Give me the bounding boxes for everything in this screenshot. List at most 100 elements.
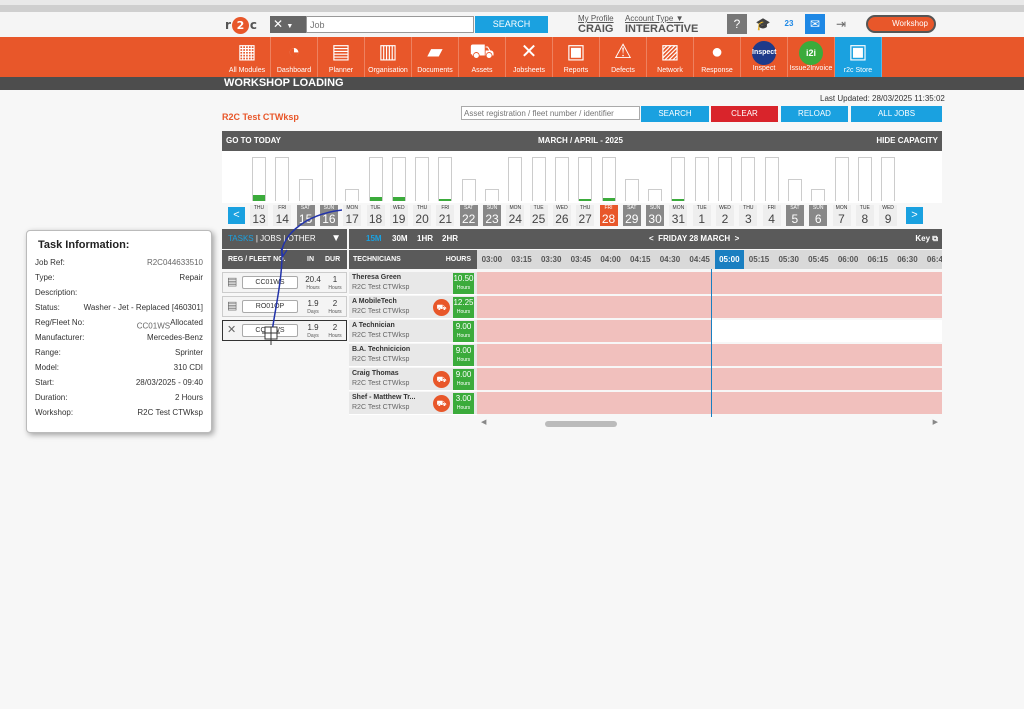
calendar-day[interactable]: SAT 29: [622, 205, 641, 227]
mail-icon[interactable]: ✉: [805, 14, 825, 34]
nav-defects[interactable]: ⚠ Defects: [600, 37, 647, 77]
scroll-thumb[interactable]: [545, 421, 617, 427]
calendar-day[interactable]: THU 13: [250, 205, 268, 227]
calendar-day[interactable]: TUE 25: [529, 205, 548, 227]
go-to-today-link[interactable]: GO TO TODAY: [226, 131, 281, 151]
nav-planner[interactable]: ▤ Planner: [318, 37, 365, 77]
nav-network[interactable]: ▨ Network: [647, 37, 694, 77]
calendar-day[interactable]: WED 9: [879, 205, 898, 227]
task-reg[interactable]: CC01WS: [242, 324, 298, 337]
technician-row[interactable]: B.A. Technicicion R2C Test CTWksp 9.00 Hour…: [349, 344, 477, 367]
logout-icon[interactable]: ⇥: [831, 14, 851, 34]
calendar-day[interactable]: FRI 4: [762, 205, 781, 227]
calendar-day[interactable]: SAT 5: [785, 205, 804, 227]
zoom-2hr[interactable]: 2HR: [442, 229, 458, 249]
calendar-next-button[interactable]: >: [906, 207, 923, 224]
reload-button[interactable]: RELOAD: [781, 106, 848, 122]
col-in[interactable]: IN: [307, 250, 314, 269]
nav-r2c-store[interactable]: ▣ r2c Store: [835, 37, 882, 77]
account-type-link[interactable]: Account Type ▼: [625, 14, 683, 23]
technician-row[interactable]: Shef - Matthew Tr... R2C Test CTWksp ⛟ 3.00…: [349, 392, 477, 415]
calendar-day[interactable]: SUN 30: [646, 205, 665, 227]
calendar-day[interactable]: TUE 1: [692, 205, 711, 227]
calendar-day[interactable]: MON 7: [832, 205, 851, 227]
asset-search-input[interactable]: [461, 106, 640, 120]
col-dur[interactable]: DUR: [325, 250, 340, 269]
calendar-day[interactable]: TUE 8: [855, 205, 874, 227]
nav-reports[interactable]: ▣ Reports: [553, 37, 600, 77]
calendar-day[interactable]: WED 26: [552, 205, 571, 227]
technician-timeline[interactable]: [477, 392, 942, 414]
col-technicians[interactable]: TECHNICIANS: [353, 256, 401, 263]
search-type-dropdown[interactable]: ✕ ▼: [270, 16, 306, 33]
technician-row[interactable]: Craig Thomas R2C Test CTWksp ⛟ 9.00 Hours: [349, 368, 477, 391]
workshop-badge[interactable]: Workshop: [866, 15, 936, 33]
tab-other[interactable]: OTHER: [288, 234, 316, 243]
r2c-logo[interactable]: r2c: [225, 16, 257, 34]
technician-timeline[interactable]: [477, 344, 942, 366]
calendar-day[interactable]: SUN 6: [809, 205, 828, 227]
nav-organisation[interactable]: ▥ Organisation: [365, 37, 412, 77]
nav-response[interactable]: ● Response: [694, 37, 741, 77]
technician-timeline[interactable]: [477, 368, 942, 390]
calendar-day[interactable]: MON 24: [506, 205, 525, 227]
calendar-day[interactable]: MON 17: [343, 205, 362, 227]
scroll-right-icon[interactable]: ▶: [933, 418, 938, 426]
calendar-day[interactable]: WED 19: [389, 205, 408, 227]
workshop-name[interactable]: R2C Test CTWksp: [222, 112, 299, 122]
job-search-button[interactable]: SEARCH: [475, 16, 548, 33]
timeline-scrollbar[interactable]: ◀ ▶: [477, 418, 942, 430]
asset-search-button[interactable]: SEARCH: [641, 106, 709, 122]
calendar-day[interactable]: TUE 18: [366, 205, 385, 227]
nav-all-modules[interactable]: ▦ All Modules: [224, 37, 271, 77]
task-row[interactable]: ▤ CC01WS 20.4 Hours 1 Hours: [222, 272, 347, 293]
calendar-day[interactable]: THU 20: [413, 205, 432, 227]
calendar-day[interactable]: FRI 21: [436, 205, 455, 227]
nav-dashboard[interactable]: ◔ Dashboard: [271, 37, 318, 77]
zoom-30m[interactable]: 30M: [392, 229, 408, 249]
task-reg[interactable]: CC01WS: [242, 276, 298, 289]
technician-row[interactable]: A MobileTech R2C Test CTWksp ⛟ 12.25 Hours: [349, 296, 477, 319]
nav-documents[interactable]: ▰ Documents: [412, 37, 459, 77]
zoom-1hr[interactable]: 1HR: [417, 229, 433, 249]
calendar-day[interactable]: FRI 28: [599, 205, 618, 227]
key-button[interactable]: Key ⧉: [915, 229, 938, 249]
task-row[interactable]: ✕ CC01WS 1.9 Days 2 Hours: [222, 320, 347, 341]
job-search-input[interactable]: [306, 16, 474, 33]
col-reg[interactable]: REG / FLEET NO.: [228, 250, 286, 269]
technician-timeline[interactable]: [477, 320, 942, 342]
calendar-day[interactable]: FRI 14: [273, 205, 292, 227]
technician-timeline[interactable]: [477, 272, 942, 294]
hide-capacity-link[interactable]: HIDE CAPACITY: [876, 131, 938, 151]
zoom-15m[interactable]: 15M: [366, 229, 382, 249]
all-jobs-button[interactable]: ALL JOBS: [851, 106, 942, 122]
calendar-day[interactable]: SUN 16: [319, 205, 338, 227]
technician-row[interactable]: A Technician R2C Test CTWksp 9.00 Hours: [349, 320, 477, 343]
nav-jobsheets[interactable]: ✕ Jobsheets: [506, 37, 553, 77]
task-reg[interactable]: RO01OP: [242, 300, 298, 313]
nav-inspect[interactable]: Inspect Inspect: [741, 37, 788, 77]
task-row[interactable]: ▤ RO01OP 1.9 Days 2 Hours: [222, 296, 347, 317]
account-type-area[interactable]: Account Type ▼ INTERACTIVE: [625, 14, 698, 35]
help-icon[interactable]: ?: [727, 14, 747, 34]
scroll-left-icon[interactable]: ◀: [481, 418, 486, 426]
profile-area[interactable]: My Profile CRAIG: [578, 14, 614, 35]
tab-jobs[interactable]: JOBS: [260, 234, 281, 243]
calendar-day[interactable]: MON 31: [669, 205, 688, 227]
nav-assets[interactable]: ⛟ Assets: [459, 37, 506, 77]
calendar-day[interactable]: THU 3: [739, 205, 758, 227]
technician-row[interactable]: Theresa Green R2C Test CTWksp 10.50 Hours: [349, 272, 477, 295]
calendar-day[interactable]: SAT 22: [459, 205, 478, 227]
calendar-day[interactable]: SAT 15: [296, 205, 315, 227]
graduation-cap-icon[interactable]: 🎓: [753, 14, 773, 34]
calendar-day[interactable]: WED 2: [716, 205, 734, 227]
calendar-day[interactable]: THU 27: [576, 205, 595, 227]
tab-tasks[interactable]: TASKS: [228, 234, 254, 243]
date-next-button[interactable]: >: [735, 234, 740, 243]
calendar-day[interactable]: SUN 23: [483, 205, 501, 227]
filter-icon[interactable]: ▼: [331, 229, 341, 249]
date-prev-button[interactable]: <: [649, 234, 654, 243]
nav-issue2invoice[interactable]: i2i Issue2Invoice: [788, 37, 835, 77]
clear-button[interactable]: CLEAR: [711, 106, 778, 122]
technician-timeline[interactable]: [477, 296, 942, 318]
